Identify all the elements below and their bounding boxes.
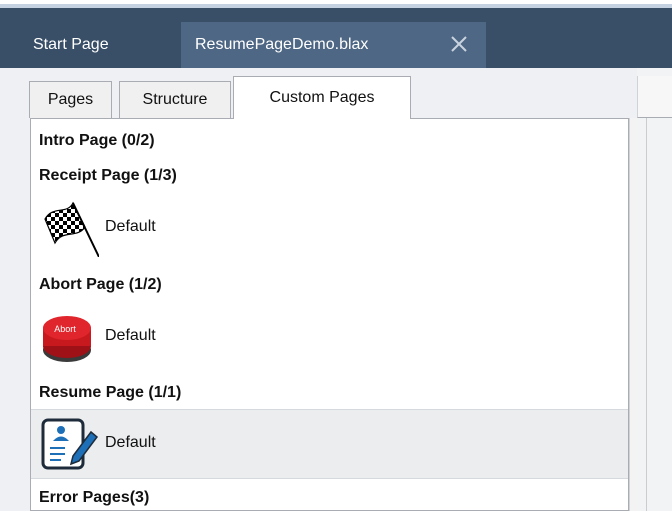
icon-text: Abort <box>54 324 76 334</box>
left-pane: Pages Structure Custom Pages Intro Page … <box>0 68 637 511</box>
tab-label: Structure <box>142 91 208 108</box>
tab-custom-pages[interactable]: Custom Pages <box>233 76 411 119</box>
tab-label: Pages <box>47 91 94 108</box>
item-label: Default <box>105 434 156 451</box>
custom-pages-list: Intro Page (0/2) Receipt Page (1/3) Defa… <box>30 118 629 511</box>
resume-document-icon <box>41 418 99 470</box>
abort-default-item[interactable]: Abort Default <box>31 302 628 372</box>
list-scroll-gutter <box>629 118 637 511</box>
top-strip <box>0 0 672 8</box>
tab-label: ResumePageDemo.blax <box>195 36 369 53</box>
receipt-default-item[interactable]: Default <box>31 193 628 263</box>
checkered-flag-icon <box>44 201 99 257</box>
abort-page-heading[interactable]: Abort Page (1/2) <box>39 276 162 294</box>
abort-button-icon: Abort <box>43 316 91 362</box>
intro-page-heading[interactable]: Intro Page (0/2) <box>39 132 155 150</box>
right-pane <box>637 68 672 511</box>
error-pages-heading[interactable]: Error Pages(3) <box>39 489 149 507</box>
tab-resumepagedemo[interactable]: ResumePageDemo.blax <box>181 22 486 68</box>
close-icon[interactable] <box>448 33 470 55</box>
resume-page-heading[interactable]: Resume Page (1/1) <box>39 384 181 402</box>
tab-label: Start Page <box>33 36 109 53</box>
tab-structure[interactable]: Structure <box>119 81 231 118</box>
divider <box>646 118 647 511</box>
item-label: Default <box>105 327 156 344</box>
tab-label: Custom Pages <box>269 89 375 106</box>
receipt-page-heading[interactable]: Receipt Page (1/3) <box>39 167 177 185</box>
right-pane-header <box>637 76 672 118</box>
resume-default-item[interactable]: Default <box>31 409 628 479</box>
tab-start-page[interactable]: Start Page <box>33 22 109 68</box>
tab-pages[interactable]: Pages <box>29 81 112 118</box>
document-tab-bar: Start Page ResumePageDemo.blax <box>0 8 672 68</box>
item-label: Default <box>105 218 156 235</box>
